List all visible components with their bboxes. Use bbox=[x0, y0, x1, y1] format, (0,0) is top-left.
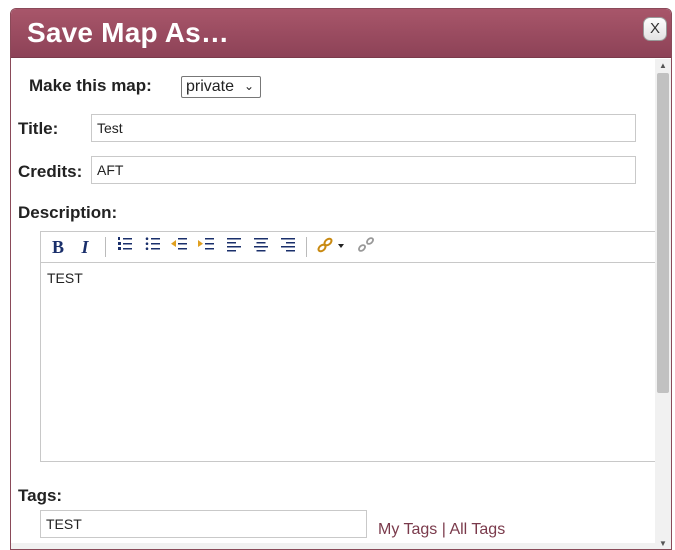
dialog-title: Save Map As… bbox=[27, 17, 230, 48]
align-right-icon bbox=[281, 238, 295, 252]
indent-button[interactable] bbox=[195, 236, 217, 258]
make-map-label: Make this map: bbox=[29, 76, 152, 95]
unlink-button[interactable] bbox=[354, 236, 378, 258]
scroll-up-arrow[interactable]: ▲ bbox=[655, 59, 671, 73]
horizontal-scrollbar[interactable] bbox=[11, 543, 657, 549]
scroll-thumb[interactable] bbox=[657, 73, 669, 393]
tags-links: My Tags | All Tags bbox=[378, 521, 505, 539]
align-center-button[interactable] bbox=[250, 236, 272, 258]
save-map-dialog: Save Map As… X Make this map: private ⌄ … bbox=[10, 8, 672, 550]
align-right-button[interactable] bbox=[277, 236, 299, 258]
description-editor[interactable]: B I TEST bbox=[40, 231, 657, 462]
toolbar-separator bbox=[105, 237, 106, 257]
credits-label: Credits: bbox=[18, 162, 83, 181]
all-tags-link[interactable]: All Tags bbox=[449, 521, 505, 538]
indent-icon bbox=[198, 238, 214, 250]
vertical-scrollbar[interactable]: ▲ ▼ bbox=[655, 59, 671, 549]
unordered-list-icon bbox=[145, 237, 160, 250]
tags-label: Tags: bbox=[18, 486, 63, 505]
tags-input[interactable]: TEST bbox=[40, 510, 367, 538]
title-input[interactable]: Test bbox=[91, 114, 636, 142]
title-label: Title: bbox=[18, 119, 59, 138]
close-button[interactable]: X bbox=[643, 17, 667, 41]
description-label: Description: bbox=[18, 203, 118, 222]
visibility-select[interactable]: private ⌄ bbox=[181, 76, 261, 98]
unlink-icon bbox=[358, 237, 374, 252]
ordered-list-icon bbox=[118, 237, 132, 250]
outdent-icon bbox=[171, 238, 187, 250]
credits-input[interactable]: AFT bbox=[91, 156, 636, 184]
toolbar-separator bbox=[306, 237, 307, 257]
tags-separator: | bbox=[437, 521, 450, 538]
scroll-down-arrow[interactable]: ▼ bbox=[655, 537, 671, 549]
align-left-icon bbox=[227, 238, 241, 252]
bold-button[interactable]: B bbox=[49, 236, 67, 258]
visibility-value: private bbox=[186, 78, 235, 95]
unordered-list-button[interactable] bbox=[142, 236, 164, 258]
editor-toolbar: B I bbox=[41, 232, 657, 263]
dialog-titlebar[interactable]: Save Map As… X bbox=[11, 9, 671, 58]
description-text: TEST bbox=[47, 270, 83, 286]
align-left-button[interactable] bbox=[223, 236, 245, 258]
italic-button[interactable]: I bbox=[77, 236, 93, 258]
link-button[interactable] bbox=[314, 236, 348, 258]
ordered-list-button[interactable] bbox=[114, 236, 136, 258]
outdent-button[interactable] bbox=[168, 236, 190, 258]
chevron-down-icon: ⌄ bbox=[243, 79, 254, 93]
link-icon bbox=[317, 237, 344, 253]
dialog-content: Make this map: private ⌄ Title: Test Cre… bbox=[11, 59, 657, 549]
align-center-icon bbox=[254, 238, 268, 252]
my-tags-link[interactable]: My Tags bbox=[378, 521, 437, 538]
